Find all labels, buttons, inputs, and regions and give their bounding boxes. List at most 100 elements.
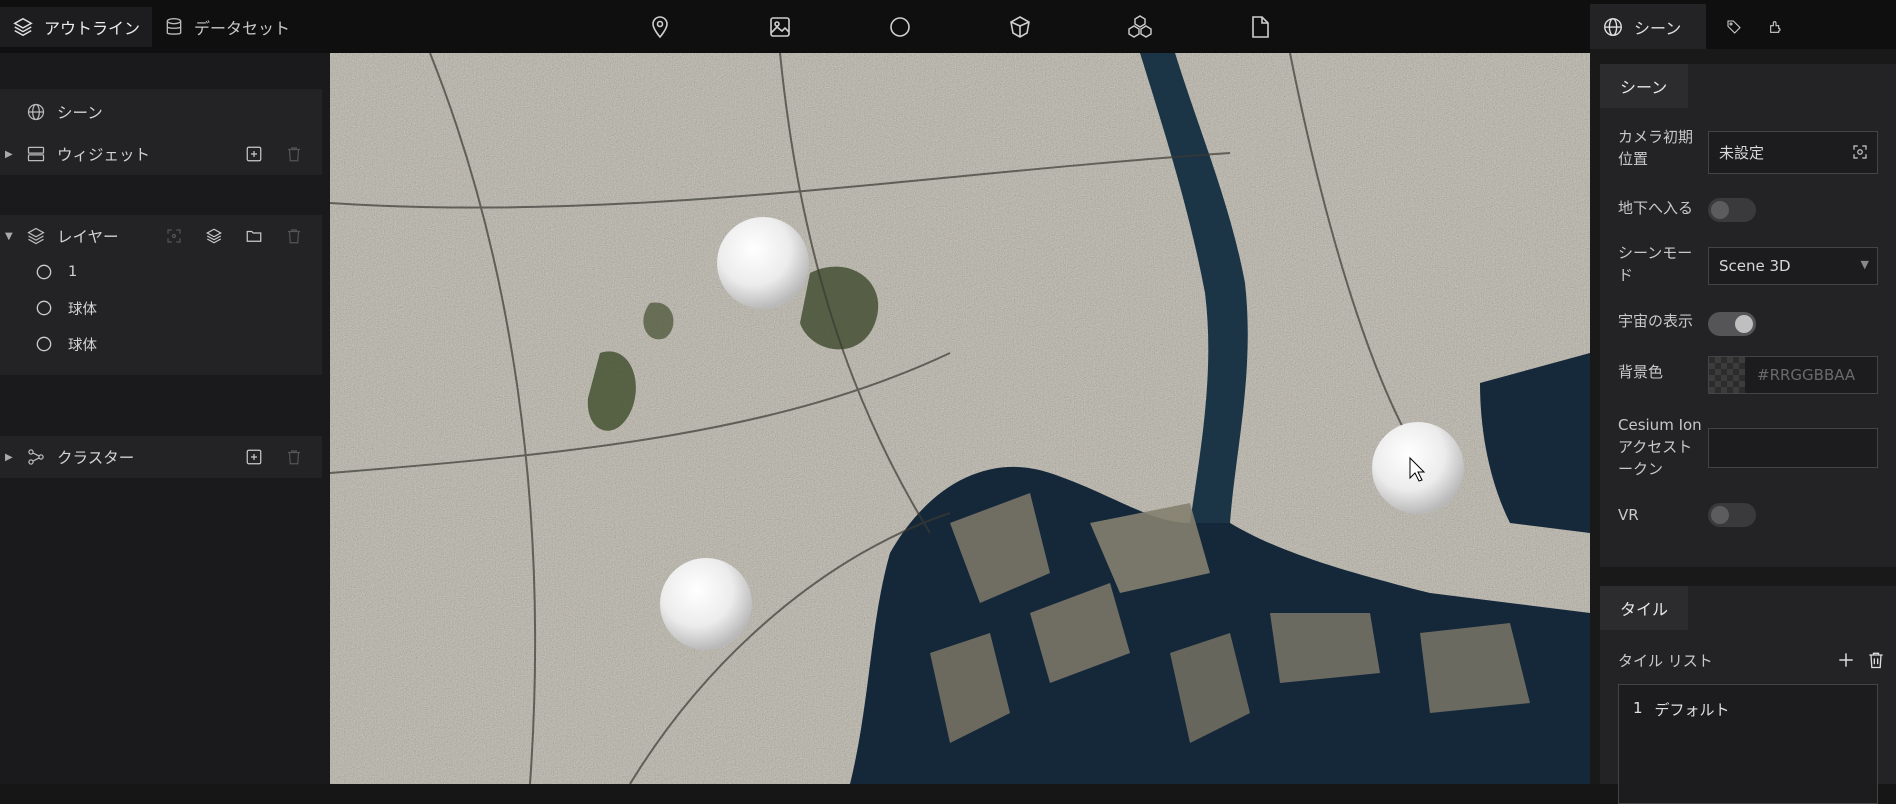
outline-cluster-item[interactable]: ▶ クラスター	[0, 436, 322, 478]
cluster-icon	[24, 445, 48, 469]
map-pin-icon[interactable]	[645, 12, 675, 42]
layer-item-label: 球体	[68, 337, 97, 354]
circle-icon[interactable]	[885, 12, 915, 42]
trash-icon[interactable]	[1866, 650, 1886, 670]
cesium-label-line: ークン	[1618, 460, 1664, 478]
scene-section-title: シーン	[1600, 64, 1688, 108]
folder-icon[interactable]	[242, 224, 266, 248]
right-tabs: シーン	[1590, 0, 1896, 49]
layer-item-label: 1	[68, 264, 78, 280]
layer-group: ▼ レイヤー 1 球体 球体	[0, 215, 322, 375]
layer-item[interactable]: 球体	[0, 326, 322, 362]
focus-icon[interactable]	[162, 224, 186, 248]
sphere-marker[interactable]	[660, 558, 752, 650]
tab-outline-label: アウトライン	[44, 19, 141, 38]
vr-label: VR	[1618, 506, 1639, 524]
outline-panel: シーン ▶ ウィジェット ▼ レイヤー 1 球体 球体 ▶ クラスター	[0, 53, 330, 784]
layer-item[interactable]: 球体	[0, 290, 322, 326]
add-cluster-button[interactable]	[242, 445, 266, 469]
toggle-knob	[1735, 315, 1753, 333]
space-toggle[interactable]	[1708, 312, 1756, 336]
tab-scene[interactable]: シーン	[1590, 4, 1706, 49]
tile-section: タイル タイル リスト 1 デフォルト	[1600, 586, 1896, 804]
cesium-token-field[interactable]	[1708, 428, 1878, 468]
tag-icon[interactable]	[1714, 4, 1754, 49]
satellite-map	[330, 53, 1590, 784]
camera-value: 未設定	[1719, 144, 1765, 162]
underground-toggle[interactable]	[1708, 198, 1756, 222]
circle-icon	[32, 332, 56, 356]
layer-item[interactable]: 1	[0, 254, 322, 290]
widget-icon	[24, 142, 48, 166]
circle-icon	[32, 296, 56, 320]
cesium-label-line: アクセスト	[1618, 438, 1693, 456]
stack-icon[interactable]	[202, 224, 226, 248]
expand-icon[interactable]: ▶	[5, 149, 13, 160]
scene-label: シーン	[57, 104, 103, 122]
trash-icon[interactable]	[282, 224, 306, 248]
camera-label-line: 位置	[1618, 150, 1649, 168]
tile-index: 1	[1633, 699, 1643, 717]
chevron-down-icon: ▼	[1860, 258, 1869, 271]
image-icon[interactable]	[765, 12, 795, 42]
tile-section-title: タイル	[1600, 586, 1688, 630]
capture-icon[interactable]	[1851, 143, 1869, 161]
scene-mode-label-line: シーンモー	[1618, 244, 1693, 262]
tab-scene-label: シーン	[1634, 18, 1682, 38]
camera-label-line: カメラ初期	[1618, 128, 1694, 146]
space-label: 宇宙の表示	[1618, 312, 1694, 330]
layer-item-label: 球体	[68, 301, 97, 318]
toggle-knob	[1711, 506, 1729, 524]
outline-widget-item[interactable]: ▶ ウィジェット	[0, 133, 322, 175]
tile-list: 1 デフォルト	[1618, 684, 1878, 804]
layers-icon	[12, 16, 34, 38]
scene-mode-label: シーンモー ド	[1618, 242, 1692, 286]
tab-dataset[interactable]: データセット	[152, 7, 302, 47]
underground-label: 地下へ入る	[1618, 199, 1694, 217]
cesium-label-line: Cesium Ion	[1618, 416, 1702, 434]
scene-mode-value: Scene 3D	[1719, 257, 1791, 275]
scene-group: シーン ▶ ウィジェット	[0, 89, 322, 175]
scene-mode-label-line: ド	[1618, 266, 1634, 284]
map-viewport[interactable]	[330, 53, 1590, 784]
widget-label: ウィジェット	[57, 146, 151, 164]
add-tile-button[interactable]	[1836, 650, 1856, 670]
bgcolor-field[interactable]: #RRGGBBAA	[1708, 356, 1878, 394]
cluster-label: クラスター	[57, 449, 135, 467]
cubes-icon[interactable]	[1125, 12, 1155, 42]
camera-position-field[interactable]: 未設定	[1708, 131, 1878, 174]
trash-icon[interactable]	[282, 445, 306, 469]
scene-mode-select[interactable]: Scene 3D ▼	[1708, 247, 1878, 285]
tile-name: デフォルト	[1654, 701, 1730, 719]
expand-icon[interactable]: ▶	[5, 452, 13, 463]
globe-icon	[24, 100, 48, 124]
bgcolor-placeholder: #RRGGBBAA	[1757, 366, 1856, 384]
properties-panel: シーン シーン カメラ初期 位置 未設定 地下へ入る シーンモー ド Scene	[1590, 0, 1896, 804]
tile-list-item[interactable]: 1 デフォルト	[1633, 699, 1730, 720]
cluster-group: ▶ クラスター	[0, 436, 322, 478]
file-icon[interactable]	[1245, 12, 1275, 42]
tab-outline[interactable]: アウトライン	[0, 7, 152, 47]
plugin-icon[interactable]	[1756, 4, 1796, 49]
add-widget-button[interactable]	[242, 142, 266, 166]
outline-scene-item[interactable]: シーン	[0, 91, 322, 133]
tile-list-label: タイル リスト	[1618, 652, 1713, 670]
bgcolor-label: 背景色	[1618, 363, 1664, 381]
outline-layer-header[interactable]: ▼ レイヤー	[0, 215, 322, 257]
cube-icon[interactable]	[1005, 12, 1035, 42]
circle-icon	[32, 260, 56, 284]
collapse-icon[interactable]: ▼	[5, 231, 13, 242]
trash-icon[interactable]	[282, 142, 306, 166]
cesium-label: Cesium Ion アクセスト ークン	[1618, 414, 1702, 480]
scene-section: シーン カメラ初期 位置 未設定 地下へ入る シーンモー ド Scene 3D …	[1600, 64, 1896, 567]
layer-label: レイヤー	[57, 228, 119, 246]
layers-icon	[24, 224, 48, 248]
sphere-marker[interactable]	[717, 217, 809, 309]
vr-toggle[interactable]	[1708, 503, 1756, 527]
toggle-knob	[1711, 201, 1729, 219]
database-icon	[164, 17, 184, 37]
camera-label: カメラ初期 位置	[1618, 126, 1693, 170]
globe-icon	[1602, 16, 1624, 38]
color-swatch[interactable]	[1709, 357, 1745, 393]
tab-dataset-label: データセット	[194, 19, 291, 38]
